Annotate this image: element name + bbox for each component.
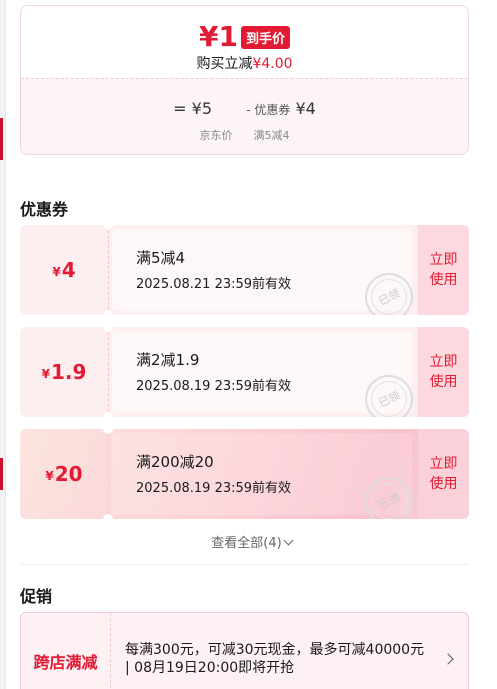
final-price-value: 1 <box>218 20 238 53</box>
coupon-condition: 满200减20 <box>136 453 214 471</box>
price-breakdown: = ¥5 - 优惠券 ¥4 京东价 满5减4 <box>21 78 468 154</box>
coupon-perforation <box>108 327 109 417</box>
coupon-condition: 满5减4 <box>136 249 186 267</box>
view-all-coupons-link[interactable]: 查看全部(4) <box>6 532 497 551</box>
use-coupon-button[interactable]: 立即使用 <box>418 327 469 417</box>
coupon-card[interactable]: ¥4 满5减4 2025.08.21 23:59前有效 已领 立即使用 <box>20 225 469 315</box>
coupon-validity: 2025.08.19 23:59前有效 <box>136 481 292 496</box>
coupon-card[interactable]: ¥1.9 满2减1.9 2025.08.19 23:59前有效 已领 立即使用 <box>20 327 469 417</box>
formula-minus-label: - 优惠券 <box>246 103 291 117</box>
coupon-perforation <box>108 429 109 519</box>
final-price-area: ¥1 到手价 购买立减¥4.00 <box>21 6 468 78</box>
price-summary-card: ¥1 到手价 购买立减¥4.00 = ¥5 - 优惠券 ¥4 京东价 满5减4 <box>20 5 469 155</box>
coupons-section-title: 优惠券 <box>20 200 69 219</box>
coupon-condition: 满2减1.9 <box>136 351 200 369</box>
saving-text: 购买立减¥4.00 <box>21 53 468 73</box>
price-formula: = ¥5 - 优惠券 ¥4 <box>21 99 468 118</box>
coupon-perforation <box>108 225 109 315</box>
label-base: 京东价 <box>199 129 233 142</box>
promotion-type: 跨店满减 <box>21 613 111 689</box>
section-divider <box>20 564 469 565</box>
coupon-validity: 2025.08.19 23:59前有效 <box>136 379 292 394</box>
chevron-right-icon <box>442 653 454 665</box>
promotion-description: 每满300元，可减30元现金，最多可减40000元 | 08月19日20:00即… <box>125 642 425 676</box>
coupon-panel: ¥1到手价 购买立减¥4.00 = ¥5 - 优惠券 ¥4 京东价 满5减4 <box>0 0 497 689</box>
coupon-amount: ¥4 <box>52 258 76 282</box>
saving-prefix: 购买立减 <box>196 56 253 72</box>
promotions-section-title: 促销 <box>20 587 53 606</box>
final-price-currency: ¥ <box>199 20 219 53</box>
coupon-amount: ¥20 <box>45 462 83 486</box>
panel-content: ¥1到手价 购买立减¥4.00 = ¥5 - 优惠券 ¥4 京东价 满5减4 <box>6 0 497 689</box>
formula-base: = ¥5 <box>173 99 213 118</box>
use-coupon-button[interactable]: 立即使用 <box>418 225 469 315</box>
saving-amount: ¥4.00 <box>252 56 293 72</box>
formula-minus-value: ¥4 <box>295 99 316 118</box>
final-price: ¥1 到手价 <box>21 20 468 53</box>
coupon-card[interactable]: ¥20 满200减20 2025.08.19 23:59前有效 已领 立即使用 <box>20 429 469 519</box>
use-coupon-button[interactable]: 立即使用 <box>418 429 469 519</box>
view-all-label: 查看全部(4) <box>211 536 282 551</box>
final-price-tag: 到手价 <box>240 26 290 49</box>
coupon-amount: ¥1.9 <box>41 360 87 384</box>
promotion-item[interactable]: 跨店满减 每满300元，可减30元现金，最多可减40000元 | 08月19日2… <box>20 612 469 689</box>
label-coupon: 满5减4 <box>253 129 290 142</box>
formula-labels: 京东价 满5减4 <box>21 127 468 143</box>
coupon-validity: 2025.08.21 23:59前有效 <box>136 277 292 292</box>
chevron-down-icon <box>283 535 294 546</box>
